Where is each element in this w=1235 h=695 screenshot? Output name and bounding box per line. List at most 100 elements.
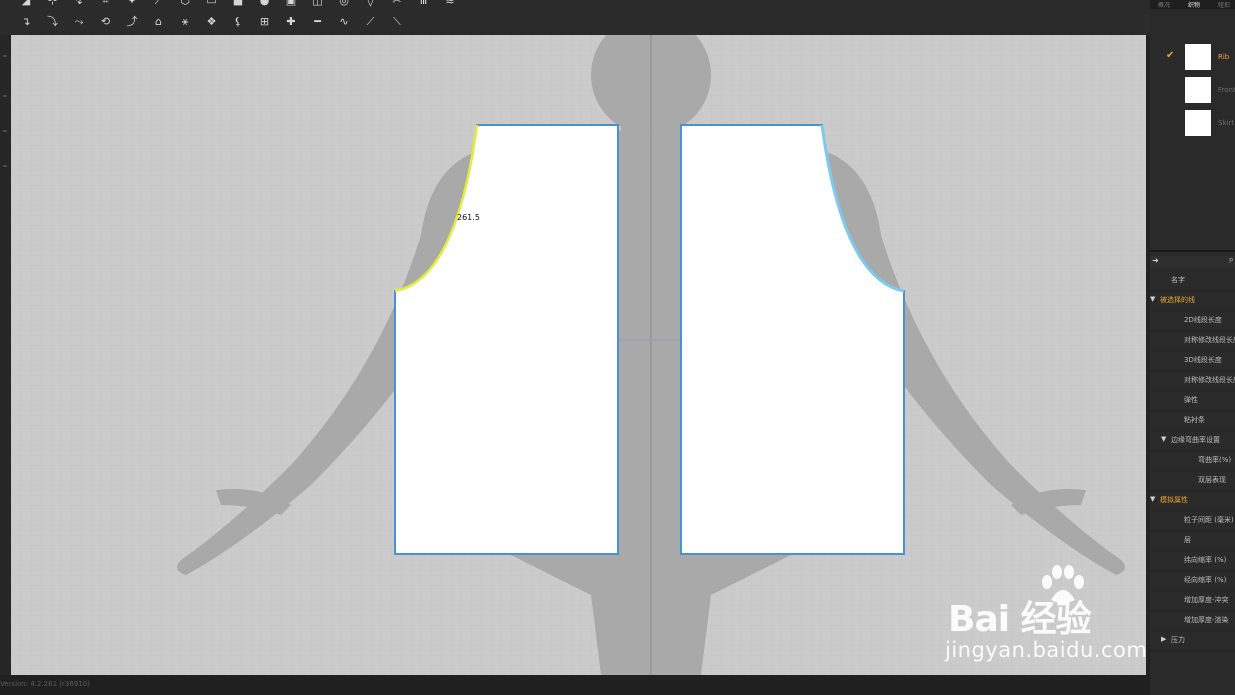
internal-polygon-icon[interactable]: ▣ (283, 0, 299, 8)
property-row[interactable]: 对称修改线段长度 (1150, 330, 1235, 351)
left-side-strip (0, 35, 11, 675)
property-row[interactable]: 层 (1150, 530, 1235, 551)
edit-curvature-icon[interactable]: ⟋ (151, 0, 167, 8)
property-row[interactable]: 粘衬条 (1150, 410, 1235, 431)
pattern-canvas[interactable] (11, 35, 1146, 675)
property-row[interactable]: 纬向缩率 (%) (1150, 550, 1235, 571)
tab-overview[interactable]: 概况 (1158, 0, 1170, 9)
internal-circle-icon[interactable]: ◎ (336, 0, 352, 8)
fabric-list-item[interactable]: Skirt (1150, 107, 1235, 139)
panel-tabs: 概况 织物 纽扣 (1150, 0, 1235, 9)
property-editor-header: ➜ P (1150, 256, 1235, 268)
segment-length-label: 261.5 (457, 213, 480, 222)
internal-rectangle-icon[interactable]: ◫ (310, 0, 326, 8)
property-header-label: P (1229, 257, 1234, 265)
property-label: 粘衬条 (1184, 416, 1205, 424)
ruler-icon[interactable]: ⟍ (389, 15, 405, 29)
segment-icon[interactable]: ◢ (18, 0, 34, 8)
property-row[interactable]: 3D线段长度 (1150, 350, 1235, 371)
sewing-lines-icon[interactable]: Ⅲ (416, 0, 432, 8)
unfold-icon[interactable]: ⤴ (124, 15, 140, 29)
property-row[interactable]: 对称修改线段长度 (1150, 370, 1235, 391)
fold-arrange-icon[interactable]: ↴ (18, 15, 34, 29)
tab-fabric[interactable]: 织物 (1188, 0, 1200, 9)
polygon-icon[interactable]: ⬡ (177, 0, 193, 8)
fabric-swatch (1185, 77, 1211, 103)
property-label: 弹性 (1184, 396, 1198, 404)
property-label: 弯曲率(%) (1198, 456, 1232, 464)
main-toolbar: ◢ ⊹ ↯ ⌗ ✦ ⟋ ⬡ ▭ ■ ● ▣ ◫ ◎ ◊ ✂ Ⅲ ≋ ↴ ⤵ ⤳ ⟲ ⤴ ⌂ ⚹ ❖ ⚸ ⊞ ✚ ━ ∿ ⟋ ⟍ (0, 0, 1150, 35)
segment-sew-icon[interactable]: ❖ (204, 15, 220, 29)
property-row[interactable]: ▼ 边缘弯曲率设置 (1150, 430, 1235, 451)
tab-button[interactable]: 纽扣 (1218, 0, 1230, 9)
curve-point-icon[interactable]: ↯ (71, 0, 87, 8)
panel-splitter[interactable] (1150, 250, 1235, 252)
property-row[interactable]: 增加厚度-冲突 (1150, 590, 1235, 611)
collapse-arrow-icon[interactable]: ▼ (1161, 435, 1166, 443)
property-section[interactable]: ▼ 模拟属性 (1150, 490, 1235, 511)
multi-sew-icon[interactable]: ⊞ (257, 15, 273, 29)
property-row[interactable]: 双层表现 (1150, 470, 1235, 491)
fabric-swatch (1185, 110, 1211, 136)
sew-icon[interactable]: ⚹ (177, 15, 193, 29)
dart-icon[interactable]: ◊ (363, 0, 379, 8)
strip-marker (3, 55, 7, 57)
property-label: 名字 (1171, 276, 1185, 284)
fabric-name: Skirt (1218, 119, 1235, 127)
property-row[interactable]: 2D线段长度 (1150, 310, 1235, 331)
pin-arrow-icon[interactable]: ➜ (1152, 256, 1159, 265)
add-point-icon[interactable]: ⌗ (98, 0, 114, 8)
edit-point-icon[interactable]: ⊹ (45, 0, 61, 8)
status-bar: Version: 4.2.261 (r36910) (0, 675, 1150, 695)
measure-icon[interactable]: ⟋ (363, 15, 379, 29)
strip-marker (3, 95, 7, 97)
rectangle-icon[interactable]: ▭ (204, 0, 220, 8)
property-label: 增加厚度-渲染 (1184, 616, 1229, 624)
property-label: 对称修改线段长度 (1184, 336, 1235, 344)
rotate-fold-icon[interactable]: ⟲ (98, 15, 114, 29)
transform-icon[interactable]: ✦ (124, 0, 140, 8)
fabric-list-item[interactable]: ✔ Rib (1150, 41, 1235, 73)
property-label: 模拟属性 (1160, 496, 1188, 504)
property-row[interactable]: 经向缩率 (%) (1150, 570, 1235, 591)
expand-arrow-icon[interactable]: ▶ (1161, 635, 1166, 643)
strip-marker (3, 165, 7, 167)
property-row[interactable]: 增加厚度-渲染 (1150, 610, 1235, 631)
elastic-icon[interactable]: ∿ (336, 15, 352, 29)
property-label: 粒子间距 (毫米) (1184, 516, 1234, 524)
property-label: 层 (1184, 536, 1191, 544)
right-side-panel: 概况 织物 纽扣 ✔ Rib Front Skirt ➜ P 名字 ▼ 被选择的线 2… (1150, 0, 1235, 695)
collapse-arrow-icon[interactable]: ▼ (1150, 295, 1155, 303)
checkmark-icon: ✔ (1166, 50, 1175, 61)
property-label: 2D线段长度 (1184, 316, 1222, 324)
property-section[interactable]: ▼ 被选择的线 (1150, 290, 1235, 311)
property-row[interactable]: 弯曲率(%) (1150, 450, 1235, 471)
pin-icon[interactable]: ✚ (283, 15, 299, 29)
property-label: 双层表现 (1198, 476, 1226, 484)
property-label: 纬向缩率 (%) (1184, 556, 1227, 564)
iron-icon[interactable]: ⌂ (151, 15, 167, 29)
cut-icon[interactable]: ✂ (389, 0, 405, 8)
property-label: 被选择的线 (1160, 296, 1195, 304)
fold-flat-icon[interactable]: ⤵ (45, 15, 61, 29)
sewing-free-icon[interactable]: ≋ (442, 0, 458, 8)
fabric-name: Front (1218, 86, 1235, 94)
property-label: 3D线段长度 (1184, 356, 1222, 364)
square-icon[interactable]: ■ (230, 0, 246, 8)
tape-icon[interactable]: ━ (310, 15, 326, 29)
property-row[interactable]: 名字 (1150, 270, 1235, 291)
property-label: 经向缩率 (%) (1184, 576, 1227, 584)
circle-icon[interactable]: ● (257, 0, 273, 8)
pattern-2d-viewport[interactable]: 261.5 (11, 35, 1146, 675)
fabric-swatch (1185, 44, 1211, 70)
property-row[interactable]: ▶ 压力 (1150, 630, 1235, 651)
free-sew-icon[interactable]: ⚸ (230, 15, 246, 29)
fabric-list-item[interactable]: Front (1150, 74, 1235, 106)
property-label: 边缘弯曲率设置 (1171, 436, 1220, 444)
property-row[interactable]: 弹性 (1150, 390, 1235, 411)
collapse-arrow-icon[interactable]: ▼ (1150, 495, 1155, 503)
property-row[interactable]: 粒子间距 (毫米) (1150, 510, 1235, 531)
fold-seam-icon[interactable]: ⤳ (71, 15, 87, 29)
property-label: 增加厚度-冲突 (1184, 596, 1229, 604)
strip-marker (3, 130, 7, 132)
